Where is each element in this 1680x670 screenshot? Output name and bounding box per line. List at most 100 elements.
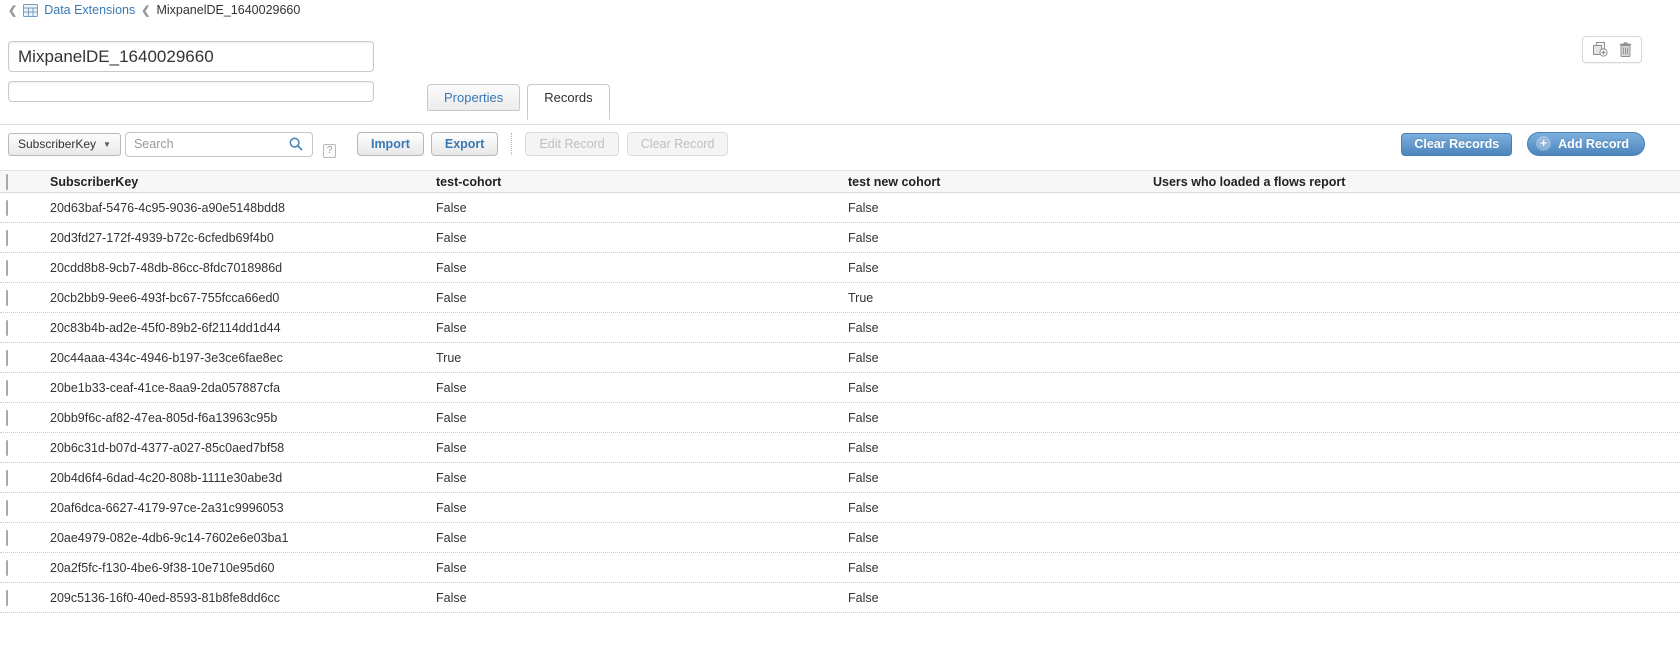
cell-test-new-cohort: False: [842, 471, 1147, 485]
column-header-test-new-cohort: test new cohort: [842, 175, 1147, 189]
table-row[interactable]: 20cb2bb9-9ee6-493f-bc67-755fcca66ed0 Fal…: [0, 283, 1680, 313]
cell-subscriber-key: 20c83b4b-ad2e-45f0-89b2-6f2114dd1d44: [44, 321, 430, 335]
cell-test-cohort: False: [430, 411, 842, 425]
cell-test-new-cohort: False: [842, 321, 1147, 335]
row-checkbox[interactable]: [6, 560, 8, 576]
cell-subscriber-key: 20b6c31d-b07d-4377-a027-85c0aed7bf58: [44, 441, 430, 455]
add-record-label: Add Record: [1558, 137, 1629, 151]
cell-test-new-cohort: False: [842, 261, 1147, 275]
cell-test-new-cohort: False: [842, 201, 1147, 215]
row-checkbox[interactable]: [6, 470, 8, 486]
cell-test-cohort: False: [430, 201, 842, 215]
select-all-checkbox[interactable]: [6, 174, 8, 190]
row-checkbox[interactable]: [6, 200, 8, 216]
data-extension-name-field[interactable]: [8, 41, 374, 72]
table-row[interactable]: 20a2f5fc-f130-4be6-9f38-10e710e95d60 Fal…: [0, 553, 1680, 583]
table-row[interactable]: 20be1b33-ceaf-41ce-8aa9-2da057887cfa Fal…: [0, 373, 1680, 403]
table-row[interactable]: 20af6dca-6627-4179-97ce-2a31c9996053 Fal…: [0, 493, 1680, 523]
clear-record-button[interactable]: Clear Record: [627, 132, 729, 156]
cell-test-cohort: False: [430, 561, 842, 575]
cell-subscriber-key: 20ae4979-082e-4db6-9c14-7602e6e03ba1: [44, 531, 430, 545]
add-record-button[interactable]: + Add Record: [1527, 132, 1645, 156]
trash-icon[interactable]: [1619, 42, 1632, 57]
row-checkbox[interactable]: [6, 590, 8, 606]
cell-subscriber-key: 20b4d6f4-6dad-4c20-808b-1111e30abe3d: [44, 471, 430, 485]
cell-subscriber-key: 20cdd8b8-9cb7-48db-86cc-8fdc7018986d: [44, 261, 430, 275]
cell-test-new-cohort: False: [842, 531, 1147, 545]
table-header-row: SubscriberKey test-cohort test new cohor…: [0, 170, 1680, 193]
row-checkbox[interactable]: [6, 380, 8, 396]
cell-subscriber-key: 20a2f5fc-f130-4be6-9f38-10e710e95d60: [44, 561, 430, 575]
cell-subscriber-key: 20af6dca-6627-4179-97ce-2a31c9996053: [44, 501, 430, 515]
row-checkbox[interactable]: [6, 320, 8, 336]
export-button[interactable]: Export: [431, 132, 499, 156]
row-checkbox[interactable]: [6, 440, 8, 456]
cell-test-cohort: False: [430, 501, 842, 515]
table-row[interactable]: 20b4d6f4-6dad-4c20-808b-1111e30abe3d Fal…: [0, 463, 1680, 493]
cell-subscriber-key: 20cb2bb9-9ee6-493f-bc67-755fcca66ed0: [44, 291, 430, 305]
cell-subscriber-key: 20d3fd27-172f-4939-b72c-6cfedb69f4b0: [44, 231, 430, 245]
chevron-down-icon: ▼: [103, 140, 111, 149]
table-body: 20d63baf-5476-4c95-9036-a90e5148bdd8 Fal…: [0, 193, 1680, 613]
row-checkbox[interactable]: [6, 350, 8, 366]
row-checkbox[interactable]: [6, 290, 8, 306]
records-toolbar: SubscriberKey ▼ ? Import Export Edit Rec…: [8, 130, 1672, 158]
edit-record-button[interactable]: Edit Record: [525, 132, 618, 156]
cell-test-new-cohort: False: [842, 351, 1147, 365]
plus-icon: +: [1536, 136, 1551, 151]
table-row[interactable]: 209c5136-16f0-40ed-8593-81b8fe8dd6cc Fal…: [0, 583, 1680, 613]
import-button[interactable]: Import: [357, 132, 424, 156]
help-icon[interactable]: ?: [323, 144, 336, 158]
table-row[interactable]: 20bb9f6c-af82-47ea-805d-f6a13963c95b Fal…: [0, 403, 1680, 433]
tab-properties[interactable]: Properties: [427, 84, 520, 111]
tab-divider-line: [0, 124, 1680, 125]
table-row[interactable]: 20c44aaa-434c-4946-b197-3e3ce6fae8ec Tru…: [0, 343, 1680, 373]
cell-test-new-cohort: False: [842, 561, 1147, 575]
cell-test-cohort: False: [430, 471, 842, 485]
records-table: SubscriberKey test-cohort test new cohor…: [0, 170, 1680, 613]
cell-test-cohort: False: [430, 531, 842, 545]
copy-icon[interactable]: [1592, 42, 1608, 57]
toolbar-divider: [511, 133, 512, 155]
back-chevron-icon[interactable]: ❮: [8, 4, 17, 17]
row-checkbox[interactable]: [6, 260, 8, 276]
cell-subscriber-key: 209c5136-16f0-40ed-8593-81b8fe8dd6cc: [44, 591, 430, 605]
cell-test-cohort: False: [430, 321, 842, 335]
row-checkbox[interactable]: [6, 500, 8, 516]
cell-subscriber-key: 20c44aaa-434c-4946-b197-3e3ce6fae8ec: [44, 351, 430, 365]
cell-test-new-cohort: False: [842, 501, 1147, 515]
data-extension-description-field[interactable]: [8, 81, 374, 102]
row-checkbox[interactable]: [6, 230, 8, 246]
search-icon[interactable]: [283, 134, 310, 155]
table-row[interactable]: 20d63baf-5476-4c95-9036-a90e5148bdd8 Fal…: [0, 193, 1680, 223]
cell-test-cohort: False: [430, 591, 842, 605]
cell-test-cohort: False: [430, 231, 842, 245]
row-checkbox[interactable]: [6, 410, 8, 426]
row-checkbox[interactable]: [6, 530, 8, 546]
table-row[interactable]: 20ae4979-082e-4db6-9c14-7602e6e03ba1 Fal…: [0, 523, 1680, 553]
column-header-test-cohort: test-cohort: [430, 175, 842, 189]
table-row[interactable]: 20c83b4b-ad2e-45f0-89b2-6f2114dd1d44 Fal…: [0, 313, 1680, 343]
cell-test-new-cohort: True: [842, 291, 1147, 305]
column-header-flows-report: Users who loaded a flows report: [1147, 175, 1680, 189]
cell-test-new-cohort: False: [842, 411, 1147, 425]
cell-test-new-cohort: False: [842, 381, 1147, 395]
data-extensions-icon: [23, 4, 38, 17]
search-field-dropdown[interactable]: SubscriberKey ▼: [8, 133, 121, 156]
breadcrumb-link-data-extensions[interactable]: Data Extensions: [44, 3, 135, 17]
breadcrumb-separator-icon: ❮: [141, 4, 150, 17]
search-box: [125, 132, 313, 157]
tab-bar: Properties Records: [427, 84, 610, 120]
cell-subscriber-key: 20be1b33-ceaf-41ce-8aa9-2da057887cfa: [44, 381, 430, 395]
tab-records[interactable]: Records: [527, 84, 609, 120]
search-input[interactable]: [126, 137, 283, 151]
breadcrumb: ❮ Data Extensions ❮ MixpanelDE_164002966…: [8, 3, 300, 17]
cell-test-cohort: False: [430, 291, 842, 305]
search-field-dropdown-value: SubscriberKey: [18, 137, 96, 151]
header-action-group: [1582, 36, 1642, 63]
table-row[interactable]: 20d3fd27-172f-4939-b72c-6cfedb69f4b0 Fal…: [0, 223, 1680, 253]
table-row[interactable]: 20b6c31d-b07d-4377-a027-85c0aed7bf58 Fal…: [0, 433, 1680, 463]
table-row[interactable]: 20cdd8b8-9cb7-48db-86cc-8fdc7018986d Fal…: [0, 253, 1680, 283]
clear-records-button[interactable]: Clear Records: [1401, 133, 1512, 156]
breadcrumb-current-page: MixpanelDE_1640029660: [156, 3, 300, 17]
